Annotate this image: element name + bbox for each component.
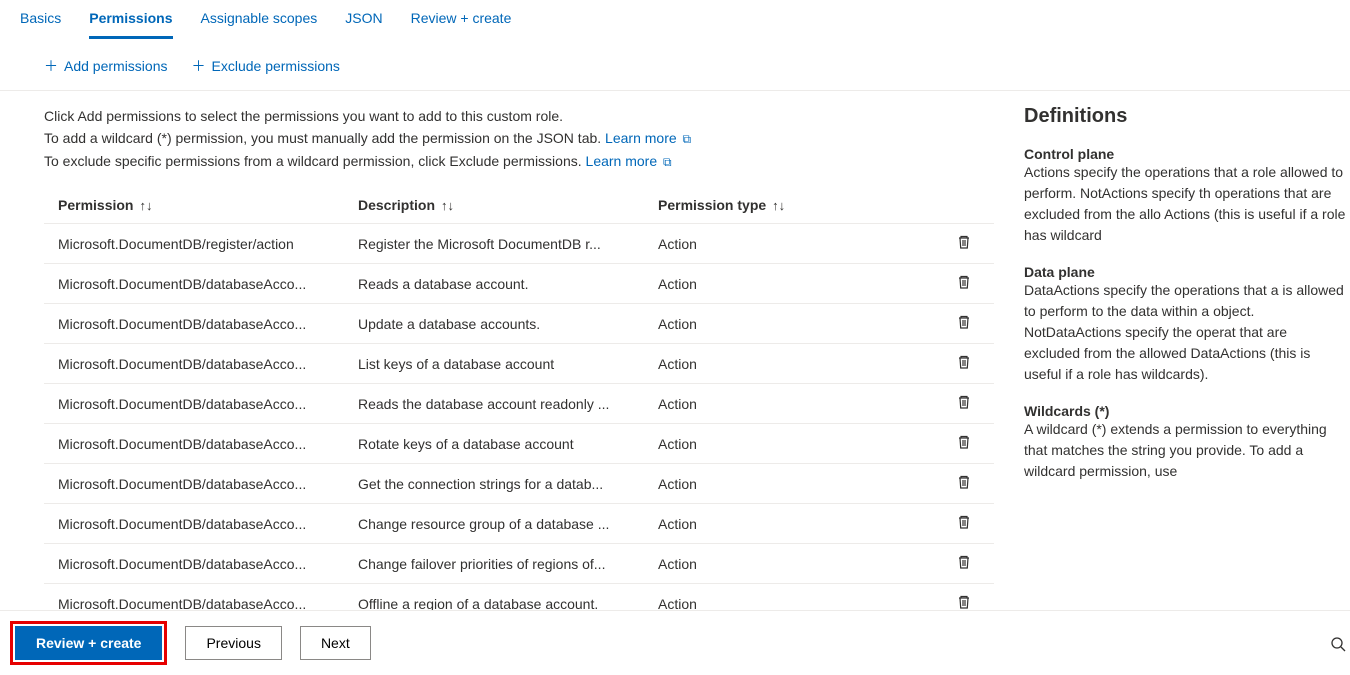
cell-description: Reads the database account readonly ...: [344, 396, 644, 412]
table-row: Microsoft.DocumentDB/databaseAcco...List…: [44, 344, 994, 384]
cell-type: Action: [644, 396, 944, 412]
def-wildcards-title: Wildcards (*): [1024, 403, 1346, 419]
review-create-highlight: Review + create: [10, 621, 167, 665]
table-row: Microsoft.DocumentDB/databaseAcco...Chan…: [44, 544, 994, 584]
delete-row-button[interactable]: [944, 314, 984, 333]
tab-bar: Basics Permissions Assignable scopes JSO…: [0, 0, 1350, 40]
sort-icon: ↑↓: [772, 198, 785, 213]
cell-type: Action: [644, 276, 944, 292]
cell-description: Reads a database account.: [344, 276, 644, 292]
cell-type: Action: [644, 516, 944, 532]
table-row: Microsoft.DocumentDB/databaseAcco...Rota…: [44, 424, 994, 464]
def-wildcards-body: A wildcard (*) extends a permission to e…: [1024, 419, 1346, 482]
next-button[interactable]: Next: [300, 626, 371, 660]
def-control-plane-body: Actions specify the operations that a ro…: [1024, 162, 1346, 246]
cell-permission: Microsoft.DocumentDB/databaseAcco...: [44, 396, 344, 412]
tab-assignable-scopes[interactable]: Assignable scopes: [201, 10, 318, 39]
table-row: Microsoft.DocumentDB/databaseAcco...Get …: [44, 464, 994, 504]
table-header: Permission ↑↓ Description ↑↓ Permission …: [44, 187, 994, 224]
delete-row-button[interactable]: [944, 434, 984, 453]
cell-permission: Microsoft.DocumentDB/databaseAcco...: [44, 436, 344, 452]
cell-permission: Microsoft.DocumentDB/databaseAcco...: [44, 516, 344, 532]
learn-more-link-exclude[interactable]: Learn more: [586, 153, 658, 169]
col-description-label: Description: [358, 197, 435, 213]
intro-line-2: To add a wildcard (*) permission, you mu…: [44, 130, 605, 146]
plus-icon: ＋: [44, 56, 58, 76]
cell-type: Action: [644, 436, 944, 452]
learn-more-link-wildcard[interactable]: Learn more: [605, 130, 677, 146]
table-row: Microsoft.DocumentDB/databaseAcco...Chan…: [44, 504, 994, 544]
plus-icon: ＋: [192, 56, 206, 76]
col-permission-label: Permission: [58, 197, 133, 213]
cell-description: Get the connection strings for a datab..…: [344, 476, 644, 492]
permissions-table: Permission ↑↓ Description ↑↓ Permission …: [44, 187, 994, 616]
main-content: Click Add permissions to select the perm…: [44, 105, 1024, 616]
cell-permission: Microsoft.DocumentDB/databaseAcco...: [44, 556, 344, 572]
cell-type: Action: [644, 236, 944, 252]
col-description[interactable]: Description ↑↓: [344, 197, 644, 213]
sort-icon: ↑↓: [441, 198, 454, 213]
intro-text: Click Add permissions to select the perm…: [44, 105, 994, 173]
external-link-icon: ⧉: [683, 132, 692, 146]
permissions-toolbar: ＋ Add permissions ＋ Exclude permissions: [0, 40, 1350, 91]
previous-button[interactable]: Previous: [185, 626, 281, 660]
delete-row-button[interactable]: [944, 554, 984, 573]
tab-permissions[interactable]: Permissions: [89, 10, 172, 39]
add-permissions-label: Add permissions: [64, 58, 168, 74]
exclude-permissions-button[interactable]: ＋ Exclude permissions: [192, 56, 340, 76]
delete-row-button[interactable]: [944, 354, 984, 373]
cell-permission: Microsoft.DocumentDB/databaseAcco...: [44, 356, 344, 372]
add-permissions-button[interactable]: ＋ Add permissions: [44, 56, 168, 76]
cell-description: Register the Microsoft DocumentDB r...: [344, 236, 644, 252]
tab-basics[interactable]: Basics: [20, 10, 61, 39]
delete-row-button[interactable]: [944, 474, 984, 493]
review-create-button[interactable]: Review + create: [15, 626, 162, 660]
table-row: Microsoft.DocumentDB/databaseAcco...Read…: [44, 264, 994, 304]
delete-row-button[interactable]: [944, 394, 984, 413]
cell-permission: Microsoft.DocumentDB/databaseAcco...: [44, 276, 344, 292]
col-permission-type[interactable]: Permission type ↑↓: [644, 197, 944, 213]
def-data-plane-body: DataActions specify the operations that …: [1024, 280, 1346, 385]
cell-description: List keys of a database account: [344, 356, 644, 372]
def-control-plane-title: Control plane: [1024, 146, 1346, 162]
cell-permission: Microsoft.DocumentDB/databaseAcco...: [44, 476, 344, 492]
delete-row-button[interactable]: [944, 514, 984, 533]
cell-description: Update a database accounts.: [344, 316, 644, 332]
exclude-permissions-label: Exclude permissions: [212, 58, 340, 74]
def-data-plane-title: Data plane: [1024, 264, 1346, 280]
tab-json[interactable]: JSON: [345, 10, 382, 39]
intro-line-1: Click Add permissions to select the perm…: [44, 105, 994, 127]
delete-row-button[interactable]: [944, 234, 984, 253]
table-row: Microsoft.DocumentDB/databaseAcco...Upda…: [44, 304, 994, 344]
cell-type: Action: [644, 316, 944, 332]
table-row: Microsoft.DocumentDB/databaseAcco...Read…: [44, 384, 994, 424]
tab-review-create[interactable]: Review + create: [411, 10, 512, 39]
wizard-footer: Review + create Previous Next: [0, 610, 1350, 675]
cell-type: Action: [644, 356, 944, 372]
intro-line-3: To exclude specific permissions from a w…: [44, 153, 586, 169]
cell-permission: Microsoft.DocumentDB/databaseAcco...: [44, 316, 344, 332]
sort-icon: ↑↓: [139, 198, 152, 213]
cell-description: Change failover priorities of regions of…: [344, 556, 644, 572]
delete-row-button[interactable]: [944, 274, 984, 293]
cell-description: Rotate keys of a database account: [344, 436, 644, 452]
cell-type: Action: [644, 556, 944, 572]
external-link-icon: ⧉: [663, 155, 672, 169]
cell-permission: Microsoft.DocumentDB/register/action: [44, 236, 344, 252]
col-permission[interactable]: Permission ↑↓: [44, 197, 344, 213]
table-row: Microsoft.DocumentDB/register/actionRegi…: [44, 224, 994, 264]
col-type-label: Permission type: [658, 197, 766, 213]
cell-description: Change resource group of a database ...: [344, 516, 644, 532]
definitions-panel: Definitions Control plane Actions specif…: [1024, 105, 1350, 616]
search-icon[interactable]: [1330, 636, 1346, 657]
cell-type: Action: [644, 476, 944, 492]
definitions-heading: Definitions: [1024, 105, 1346, 128]
